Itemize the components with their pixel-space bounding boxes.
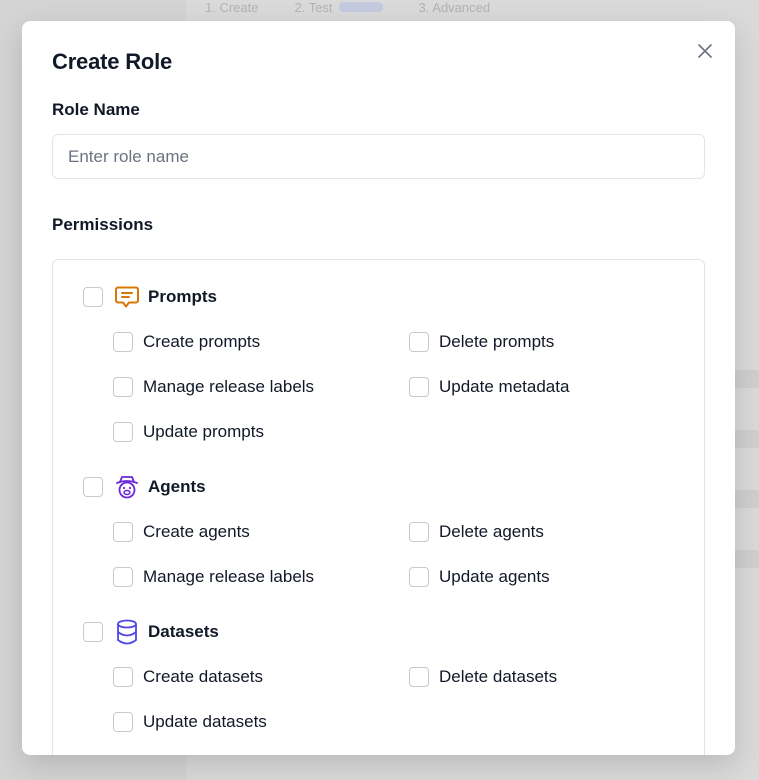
permission-checkbox[interactable] <box>113 422 133 442</box>
group-label-agents: Agents <box>148 477 206 496</box>
permissions-panel: Prompts Create prompts Delete prompts Ma… <box>52 259 705 755</box>
agent-icon <box>112 472 142 502</box>
permission-checkbox[interactable] <box>113 667 133 687</box>
role-name-input[interactable] <box>52 134 705 179</box>
permission-checkbox[interactable] <box>409 522 429 542</box>
background-tab: 2. Test <box>294 0 383 15</box>
permission-label: Delete prompts <box>439 332 555 351</box>
permission-item[interactable]: Delete prompts <box>409 330 554 354</box>
background-tab: 1. Create <box>205 0 259 15</box>
permission-group-datasets: Datasets <box>83 617 219 647</box>
permission-checkbox[interactable] <box>113 712 133 732</box>
close-button[interactable] <box>694 40 716 62</box>
permission-label: Manage release labels <box>143 377 315 396</box>
permission-item[interactable]: Create datasets <box>113 665 263 689</box>
database-icon <box>112 617 142 647</box>
permission-label: Update datasets <box>143 712 267 731</box>
permission-label: Delete datasets <box>439 667 558 686</box>
permission-item[interactable]: Update prompts <box>113 420 264 444</box>
permission-checkbox[interactable] <box>113 332 133 352</box>
background-tab-label: 2. Test <box>294 0 333 15</box>
permission-checkbox[interactable] <box>113 522 133 542</box>
permissions-label: Permissions <box>52 215 154 234</box>
permission-label: Create datasets <box>143 667 264 686</box>
group-label-prompts: Prompts <box>148 287 217 306</box>
permission-checkbox[interactable] <box>409 567 429 587</box>
permission-item[interactable]: Update agents <box>409 565 550 589</box>
permission-label: Create agents <box>143 522 250 541</box>
close-icon <box>698 44 712 58</box>
background-tab: 3. Advanced <box>418 0 491 15</box>
permission-label: Delete agents <box>439 522 544 541</box>
permission-label: Create prompts <box>143 332 261 351</box>
permission-item[interactable]: Update metadata <box>409 375 569 399</box>
chat-icon <box>112 282 142 312</box>
permission-item[interactable]: Manage release labels <box>113 565 314 589</box>
permission-item[interactable]: Create agents <box>113 520 250 544</box>
group-checkbox-agents[interactable] <box>83 477 103 497</box>
permission-item[interactable]: Delete datasets <box>409 665 557 689</box>
permission-item[interactable]: Update datasets <box>113 710 267 734</box>
permission-checkbox[interactable] <box>409 667 429 687</box>
permission-item[interactable]: Delete agents <box>409 520 544 544</box>
role-name-label: Role Name <box>52 100 140 119</box>
background-badge <box>338 2 383 12</box>
permission-checkbox[interactable] <box>409 377 429 397</box>
dialog-title: Create Role <box>52 49 173 74</box>
background-tab-label: 3. Advanced <box>418 0 491 15</box>
permission-item[interactable]: Create prompts <box>113 330 260 354</box>
create-role-dialog: Create Role Role Name Permissions Prompt… <box>22 21 735 755</box>
permission-checkbox[interactable] <box>409 332 429 352</box>
permission-label: Update agents <box>439 567 550 586</box>
permission-label: Manage release labels <box>143 567 315 586</box>
group-checkbox-datasets[interactable] <box>83 622 103 642</box>
group-checkbox-prompts[interactable] <box>83 287 103 307</box>
permission-item[interactable]: Manage release labels <box>113 375 314 399</box>
group-label-datasets: Datasets <box>148 622 219 641</box>
permission-label: Update metadata <box>439 377 570 396</box>
permission-checkbox[interactable] <box>113 567 133 587</box>
permission-group-agents: Agents <box>83 472 206 502</box>
permission-checkbox[interactable] <box>113 377 133 397</box>
permission-label: Update prompts <box>143 422 264 441</box>
background-tabs: 1. Create 2. Test 3. Advanced <box>205 0 491 15</box>
background-tab-label: 1. Create <box>205 0 259 15</box>
permission-group-prompts: Prompts <box>83 282 217 312</box>
